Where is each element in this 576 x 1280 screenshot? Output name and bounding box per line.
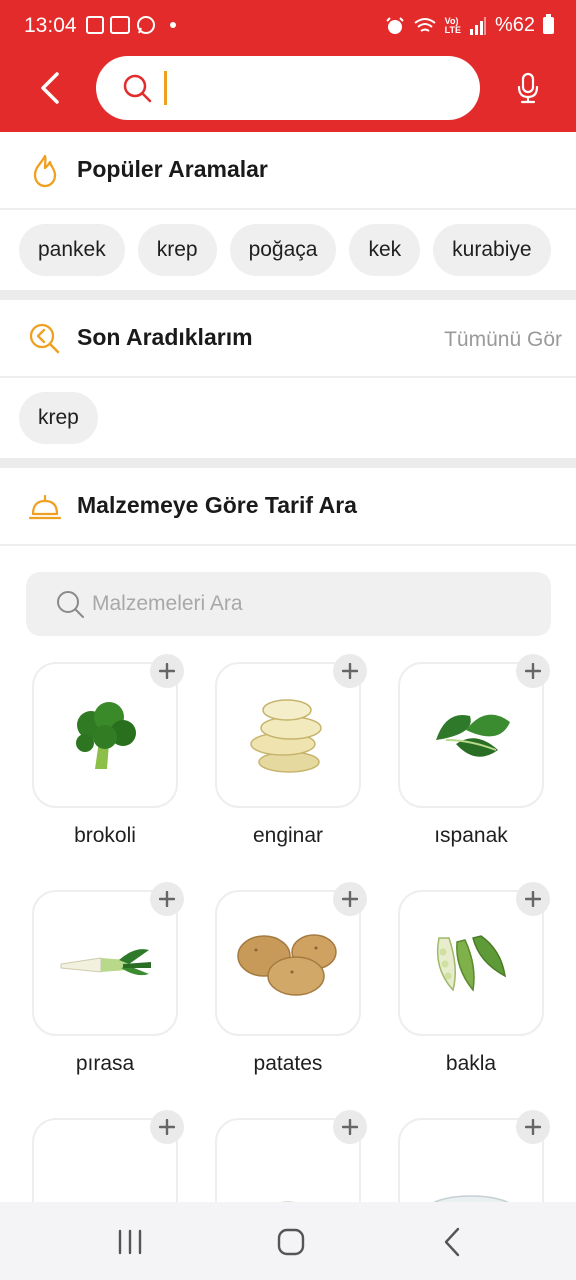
wifi-calling-icon <box>414 17 436 32</box>
microphone-icon <box>517 72 539 104</box>
popular-chip[interactable]: pankek <box>19 224 125 276</box>
ingredient-search-bar[interactable] <box>26 572 551 636</box>
leek-icon <box>60 949 151 976</box>
add-ingredient-button[interactable] <box>516 1110 550 1144</box>
plus-icon <box>342 891 358 907</box>
ingredient-search-input[interactable] <box>92 586 532 622</box>
add-ingredient-button[interactable] <box>333 654 367 688</box>
search-input[interactable] <box>162 68 452 108</box>
alarm-icon <box>385 16 404 34</box>
recents-icon <box>118 1229 142 1255</box>
search-icon <box>57 591 84 618</box>
status-right-icons: Vo) LTE %62 <box>385 14 554 37</box>
add-ingredient-button[interactable] <box>516 882 550 916</box>
plus-icon <box>525 891 541 907</box>
flame-icon <box>28 152 62 190</box>
ingredient-name: patates <box>253 1052 323 1075</box>
ge-icon <box>110 16 130 34</box>
search-bar[interactable] <box>96 56 480 120</box>
voice-search-button[interactable] <box>510 68 546 108</box>
ingredient-name: pırasa <box>75 1052 135 1075</box>
ingredient-name: enginar <box>252 824 324 847</box>
status-left-icons <box>86 15 176 35</box>
popular-chip[interactable]: poğaça <box>229 224 337 276</box>
popular-searches-title: Popüler Aramalar <box>77 156 268 182</box>
ingredient-search-header: Malzemeye Göre Tarif Ara <box>0 468 576 546</box>
section-divider <box>0 290 576 300</box>
battery-percent: %62 <box>494 14 535 36</box>
battery-icon <box>543 14 554 34</box>
recent-search-icon <box>28 320 62 358</box>
ingredient-name: ıspanak <box>434 824 508 847</box>
chevron-left-icon <box>41 72 59 104</box>
add-ingredient-button[interactable] <box>516 654 550 688</box>
home-button[interactable] <box>271 1222 311 1262</box>
back-icon <box>444 1227 460 1257</box>
ingredient-name: brokoli <box>74 824 136 847</box>
plus-icon <box>342 663 358 679</box>
home-icon <box>277 1228 305 1256</box>
gallery-icon <box>86 16 104 34</box>
plus-icon <box>159 1119 175 1135</box>
see-all-link[interactable]: Tümünü Gör <box>444 328 562 352</box>
plus-icon <box>159 891 175 907</box>
plus-icon <box>525 663 541 679</box>
recent-chip[interactable]: krep <box>19 392 98 444</box>
section-divider <box>0 458 576 468</box>
plus-icon <box>342 1119 358 1135</box>
status-time: 13:04 <box>24 14 77 37</box>
popular-chip[interactable]: kek <box>349 224 421 276</box>
spinach-icon <box>436 714 510 757</box>
signal-icon <box>469 16 486 35</box>
recent-searches-title: Son Aradıklarım <box>77 324 253 350</box>
popular-chips: pankek krep poğaça kek kurabiye <box>19 224 551 276</box>
search-icon <box>123 74 152 103</box>
ingredient-search-title: Malzemeye Göre Tarif Ara <box>77 492 357 518</box>
cloche-icon <box>28 488 62 526</box>
ingredient-name: bakla <box>445 1052 497 1075</box>
popular-searches-header: Popüler Aramalar <box>0 132 576 210</box>
recents-button[interactable] <box>110 1222 150 1262</box>
notification-dot-icon <box>170 22 176 28</box>
add-ingredient-button[interactable] <box>333 1110 367 1144</box>
whatsapp-icon <box>137 16 155 34</box>
broad-bean-icon <box>436 935 506 992</box>
nav-back-button[interactable] <box>432 1222 472 1262</box>
plus-icon <box>159 663 175 679</box>
recent-chips: krep <box>19 392 98 444</box>
volte-icon: Vo) LTE <box>444 15 461 35</box>
app-header: 13:04 Vo) LTE %62 <box>0 0 576 132</box>
add-ingredient-button[interactable] <box>150 882 184 916</box>
back-button[interactable] <box>30 66 70 110</box>
artichoke-icon <box>250 699 322 773</box>
recent-searches-header: Son Aradıklarım Tümünü Gör <box>0 300 576 378</box>
status-bar: 13:04 Vo) LTE %62 <box>0 0 576 52</box>
system-nav-bar <box>0 1202 576 1280</box>
add-ingredient-button[interactable] <box>333 882 367 916</box>
popular-chip[interactable]: kurabiye <box>433 224 551 276</box>
broccoli-icon <box>76 702 136 769</box>
plus-icon <box>525 1119 541 1135</box>
add-ingredient-button[interactable] <box>150 1110 184 1144</box>
popular-chip[interactable]: krep <box>137 224 217 276</box>
add-ingredient-button[interactable] <box>150 654 184 688</box>
potato-icon <box>237 934 337 996</box>
